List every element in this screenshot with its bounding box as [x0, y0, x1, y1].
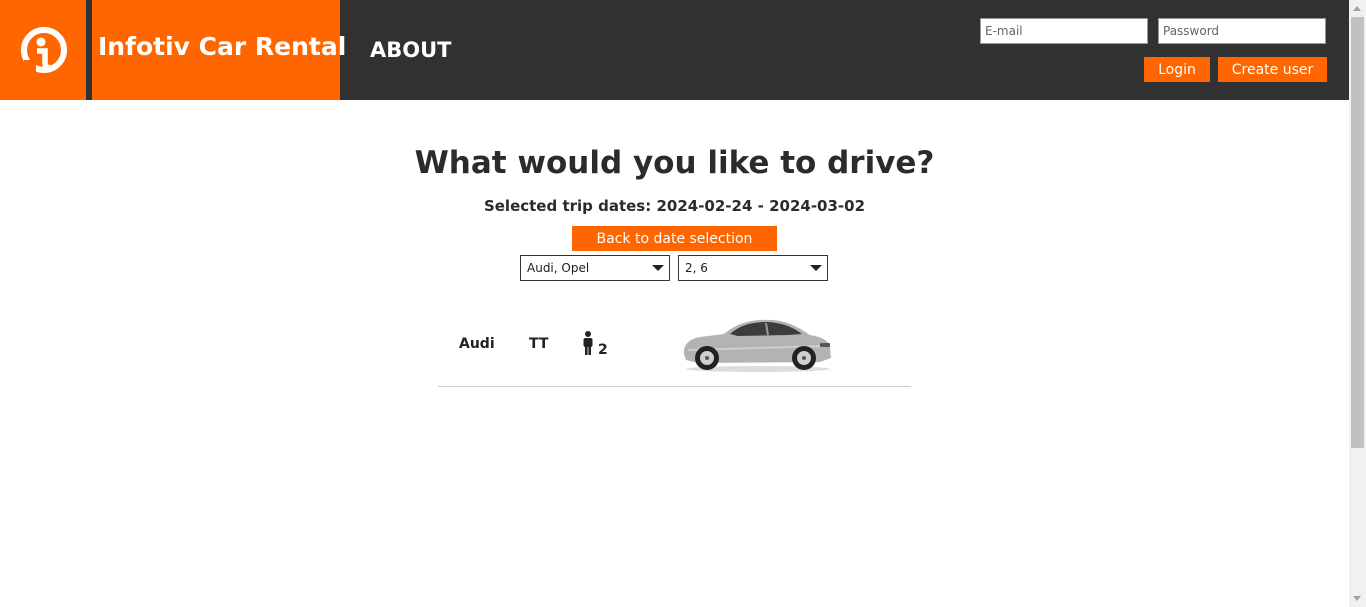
scroll-down-arrow-icon[interactable]	[1353, 596, 1361, 601]
create-user-button[interactable]: Create user	[1218, 57, 1327, 82]
brand-block[interactable]: Infotiv Car Rental	[92, 0, 346, 100]
seats-filter-select[interactable]: 2, 6	[678, 255, 828, 281]
dropdown-arrow-icon	[810, 265, 822, 271]
brand-title[interactable]: Infotiv Car Rental	[98, 32, 346, 61]
selected-trip-dates: Selected trip dates: 2024-02-24 - 2024-0…	[483, 197, 866, 215]
vertical-scrollbar[interactable]	[1349, 0, 1366, 607]
make-filter-value: Audi, Opel	[527, 261, 590, 275]
infotiv-logo-icon	[21, 27, 67, 78]
page-title: What would you like to drive?	[414, 145, 935, 181]
car-list-item[interactable]: Audi TT 2	[438, 306, 911, 387]
car-image	[683, 319, 831, 372]
login-button[interactable]: Login	[1144, 57, 1210, 82]
password-field[interactable]	[1158, 18, 1326, 44]
scrollbar-thumb[interactable]	[1351, 17, 1364, 448]
site-header: Infotiv Car Rental ABOUT Login Create us…	[0, 0, 1349, 100]
person-icon	[583, 331, 593, 355]
back-to-date-selection-button[interactable]: Back to date selection	[572, 226, 777, 251]
make-filter-select[interactable]: Audi, Opel	[520, 255, 670, 281]
scroll-up-arrow-icon[interactable]	[1353, 6, 1361, 11]
logo[interactable]	[0, 0, 86, 100]
seats-filter-value: 2, 6	[685, 261, 708, 275]
car-seats: 2	[598, 342, 608, 358]
email-field[interactable]	[980, 18, 1148, 44]
dropdown-arrow-icon	[652, 265, 664, 271]
car-make: Audi	[459, 336, 495, 352]
nav-about-link[interactable]: ABOUT	[370, 38, 452, 62]
car-model: TT	[529, 336, 549, 352]
